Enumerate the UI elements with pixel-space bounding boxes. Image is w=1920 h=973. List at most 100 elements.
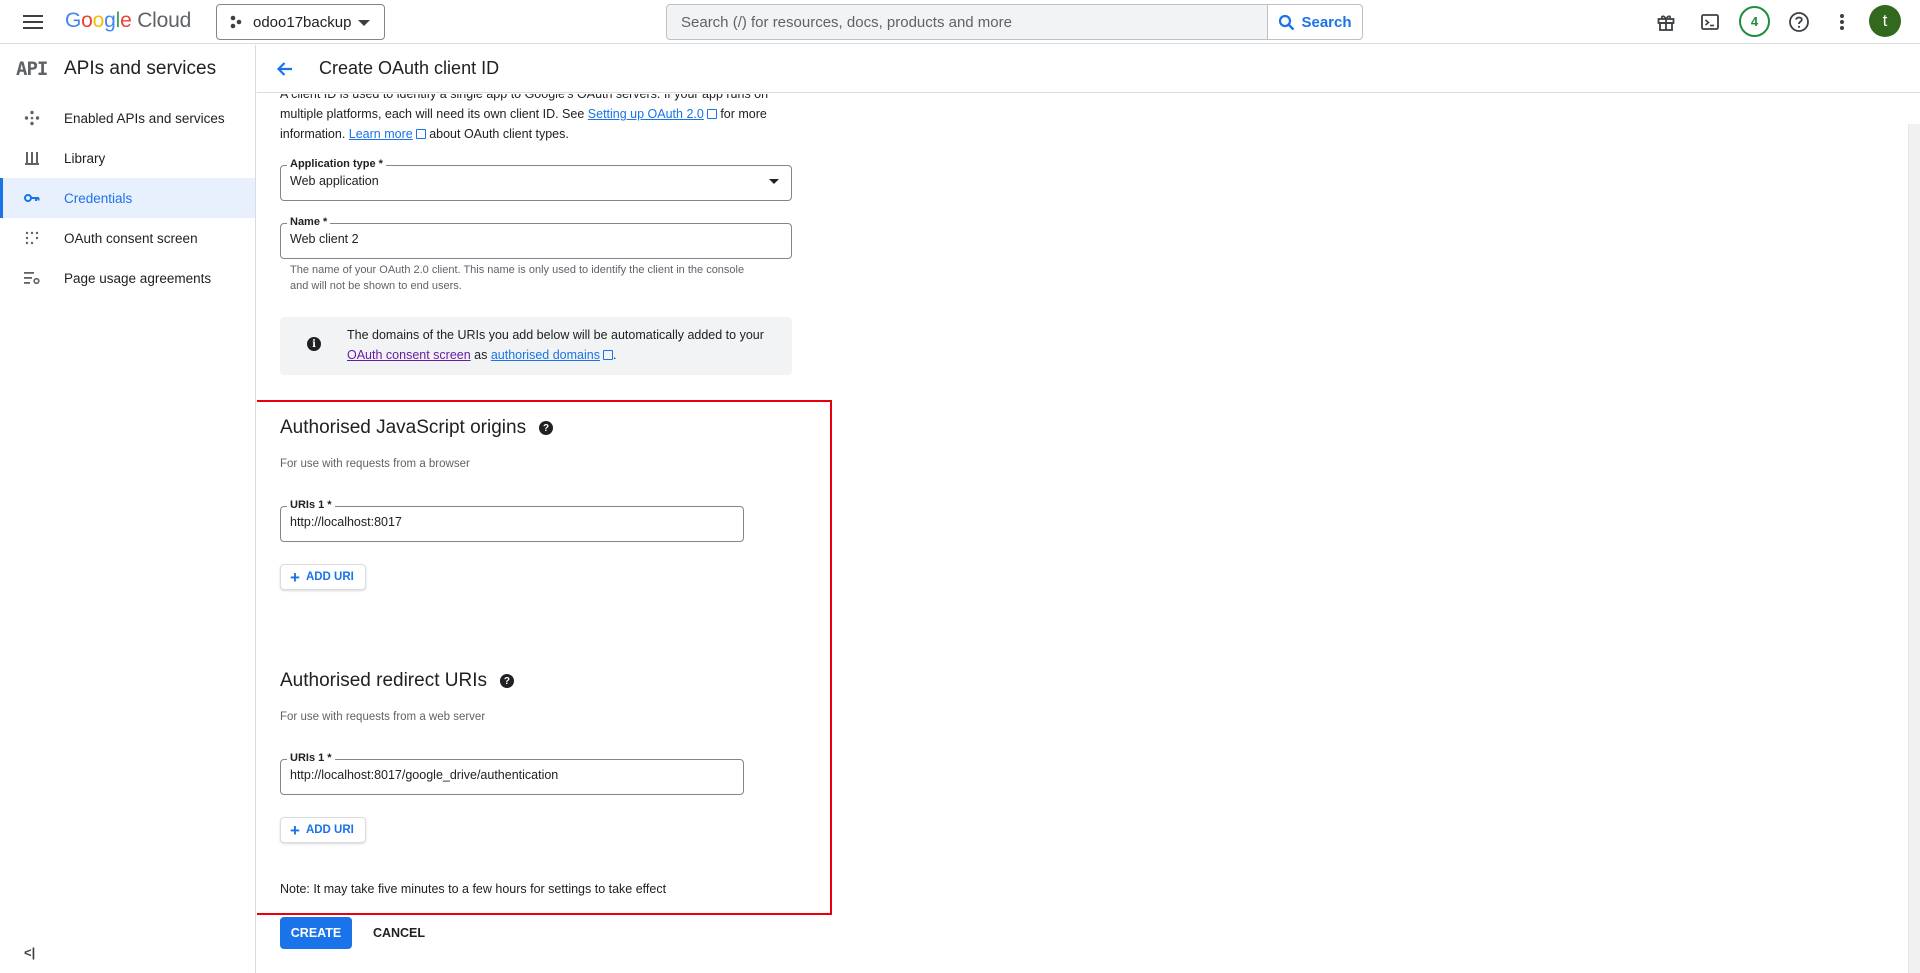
sidebar-item-label: OAuth consent screen xyxy=(64,230,198,246)
search-bar: Search xyxy=(666,4,1363,40)
terminal-icon[interactable] xyxy=(1696,8,1724,36)
field-value: http://localhost:8017/google_drive/authe… xyxy=(290,768,559,782)
application-type-select[interactable]: Application type * Web application xyxy=(280,158,792,201)
js-origins-heading: Authorised JavaScript origins ? xyxy=(280,417,554,439)
chevron-down-icon xyxy=(358,20,370,26)
main-content: A client ID is used to identify a single… xyxy=(257,94,1920,973)
notifications-badge[interactable]: 4 xyxy=(1739,6,1770,37)
project-name: odoo17backup xyxy=(253,13,352,31)
authorised-domains-link[interactable]: authorised domains xyxy=(491,348,600,362)
settings-note: Note: It may take five minutes to a few … xyxy=(280,882,667,896)
plus-icon: + xyxy=(290,567,300,587)
sidebar-item-label: Credentials xyxy=(64,190,133,206)
cancel-button[interactable]: CANCEL xyxy=(367,917,431,949)
search-icon xyxy=(1279,14,1295,30)
name-hint: The name of your OAuth 2.0 client. This … xyxy=(290,264,745,292)
learn-more-link[interactable]: Learn more xyxy=(349,127,413,141)
dropdown-arrow-icon xyxy=(769,179,779,184)
diamond-nav-icon xyxy=(24,110,40,126)
info-text: The domains of the URIs you add below wi… xyxy=(347,325,777,365)
top-bar: Google Cloud odoo17backup Search 4 t xyxy=(0,0,1920,44)
library-icon xyxy=(24,150,40,166)
field-label: Name * xyxy=(287,216,331,228)
info-banner: i The domains of the URIs you add below … xyxy=(280,317,792,375)
button-label: ADD URI xyxy=(305,824,354,836)
button-label: ADD URI xyxy=(305,571,354,583)
intro-text: A client ID is used to identify a single… xyxy=(280,94,780,144)
intro-line: information. Learn more about OAuth clie… xyxy=(280,124,780,144)
page-header: Create OAuth client ID xyxy=(257,45,1920,93)
sidebar-item-page-usage[interactable]: Page usage agreements xyxy=(0,258,255,298)
logo-cloud-text: Cloud xyxy=(137,9,192,32)
sidebar-item-library[interactable]: Library xyxy=(0,138,255,178)
field-label: Application type * xyxy=(287,158,386,170)
sidebar-title: APIs and services xyxy=(64,58,217,79)
info-text-fragment: . xyxy=(612,348,617,362)
intro-text-fragment: information. xyxy=(280,127,349,141)
sidebar: API APIs and services Enabled APIs and s… xyxy=(0,45,256,973)
avatar[interactable]: t xyxy=(1869,5,1901,37)
setting-up-oauth-link[interactable]: Setting up OAuth 2.0 xyxy=(588,107,704,121)
page-title: Create OAuth client ID xyxy=(319,58,500,78)
name-field[interactable]: Name * Web client 2 xyxy=(280,216,792,259)
sidebar-item-label: Page usage agreements xyxy=(64,270,212,286)
info-icon: i xyxy=(307,337,321,351)
hamburger-menu-icon[interactable] xyxy=(20,10,46,34)
redirect-uris-subtitle: For use with requests from a web server xyxy=(280,711,486,723)
create-button[interactable]: CREATE xyxy=(280,917,352,949)
sidebar-item-label: Enabled APIs and services xyxy=(64,110,225,126)
oauth-consent-screen-link[interactable]: OAuth consent screen xyxy=(347,348,471,362)
section-title: Authorised JavaScript origins xyxy=(280,417,527,438)
field-label: URIs 1 * xyxy=(287,499,335,511)
logo-letter: g xyxy=(104,9,116,32)
sidebar-header: API APIs and services xyxy=(0,45,255,93)
add-js-origin-uri-button[interactable]: + ADD URI xyxy=(280,564,366,590)
collapse-sidebar-icon[interactable]: <| xyxy=(24,945,35,960)
help-icon[interactable]: ? xyxy=(539,421,554,435)
intro-text-fragment: about OAuth client types. xyxy=(425,127,569,141)
field-value: http://localhost:8017 xyxy=(290,515,402,529)
sidebar-item-oauth-consent[interactable]: OAuth consent screen xyxy=(0,218,255,258)
logo-letter: e xyxy=(120,9,132,32)
field-value: Web application xyxy=(290,174,379,188)
intro-text-fragment: for more xyxy=(716,107,767,121)
external-link-icon xyxy=(706,109,717,119)
info-text-fragment: The domains of the URIs you add below wi… xyxy=(347,328,764,342)
settings-list-icon xyxy=(24,270,40,286)
intro-line: multiple platforms, each will need its o… xyxy=(280,104,780,124)
redirect-uri-input[interactable]: URIs 1 * http://localhost:8017/google_dr… xyxy=(280,752,744,795)
intro-line: A client ID is used to identify a single… xyxy=(280,94,769,101)
sidebar-item-enabled-apis[interactable]: Enabled APIs and services xyxy=(0,98,255,138)
api-logo: API xyxy=(16,58,48,80)
back-arrow-icon[interactable] xyxy=(273,57,297,81)
key-icon xyxy=(24,190,40,206)
external-link-icon xyxy=(602,350,613,360)
scrollbar[interactable] xyxy=(1908,124,1920,973)
dots-grid-icon xyxy=(24,230,40,246)
help-icon[interactable]: ? xyxy=(499,674,514,688)
more-vert-icon[interactable] xyxy=(1828,8,1856,36)
intro-text-fragment: multiple platforms, each will need its o… xyxy=(280,107,588,121)
search-input[interactable] xyxy=(667,5,1267,39)
gift-icon[interactable] xyxy=(1652,8,1680,36)
js-origins-subtitle: For use with requests from a browser xyxy=(280,458,470,470)
js-origin-uri-input[interactable]: URIs 1 * http://localhost:8017 xyxy=(280,499,744,542)
logo-letter: o xyxy=(81,9,93,32)
google-cloud-logo[interactable]: Google Cloud xyxy=(65,9,191,33)
add-redirect-uri-button[interactable]: + ADD URI xyxy=(280,817,366,843)
help-icon[interactable] xyxy=(1785,8,1813,36)
search-button[interactable]: Search xyxy=(1267,5,1362,39)
search-button-label: Search xyxy=(1301,13,1352,31)
sidebar-item-credentials[interactable]: Credentials xyxy=(0,178,255,218)
external-link-icon xyxy=(415,129,426,139)
logo-letter: G xyxy=(65,9,82,32)
logo-letter: o xyxy=(92,9,105,32)
project-icon xyxy=(230,15,242,29)
field-label: URIs 1 * xyxy=(287,752,335,764)
plus-icon: + xyxy=(290,820,300,840)
field-value: Web client 2 xyxy=(290,232,359,246)
project-selector[interactable]: odoo17backup xyxy=(216,4,385,40)
section-title: Authorised redirect URIs xyxy=(280,670,487,691)
sidebar-item-label: Library xyxy=(64,150,106,166)
redirect-uris-heading: Authorised redirect URIs ? xyxy=(280,670,514,692)
